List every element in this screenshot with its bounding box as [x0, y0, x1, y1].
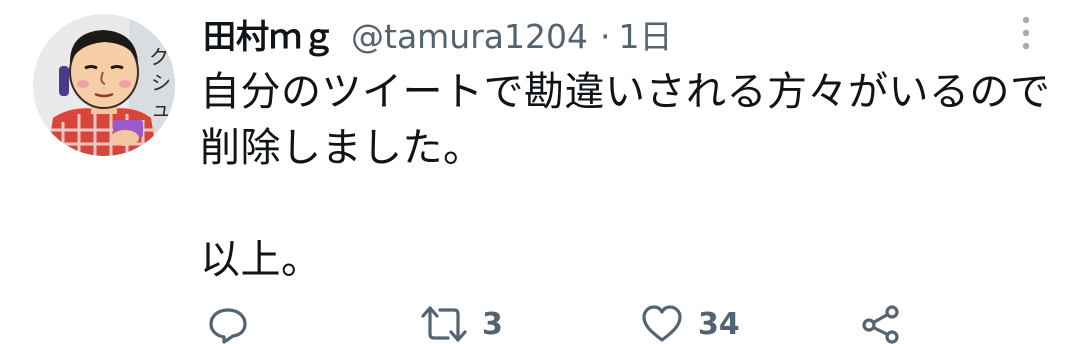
retweet-button[interactable]: 3	[420, 304, 503, 344]
svg-text:ュ: ュ	[151, 97, 171, 121]
tweet-actions: 3 34	[0, 300, 1079, 344]
svg-text:ク: ク	[149, 45, 169, 69]
like-button[interactable]: 34	[640, 304, 740, 344]
retweet-count: 3	[482, 306, 503, 342]
like-count: 34	[698, 306, 740, 342]
reply-icon	[207, 304, 249, 344]
retweet-icon	[420, 304, 468, 344]
share-icon	[860, 304, 902, 344]
more-vertical-icon[interactable]	[1012, 14, 1040, 54]
heart-icon	[640, 304, 684, 344]
header-separator: ·	[600, 17, 611, 56]
display-name[interactable]: 田村ｍｇ	[203, 10, 335, 58]
reply-button[interactable]	[207, 304, 263, 344]
share-button[interactable]	[860, 304, 902, 344]
user-handle[interactable]: @tamura1204	[351, 17, 588, 56]
tweet-header: 田村ｍｇ @tamura1204 · 1日	[203, 10, 673, 60]
avatar[interactable]: ク シ ュ	[33, 14, 175, 156]
svg-text:シ: シ	[151, 71, 171, 95]
tweet-text: 自分のツイートで勘違いされる方々がいるので 削除しました。 以上。	[200, 69, 1051, 283]
avatar-illustration: ク シ ュ	[33, 14, 175, 156]
tweet[interactable]: ク シ ュ 田村ｍｇ @tamura1204 · 1日 自分のツイートで勘違いさ…	[0, 0, 1079, 344]
tweet-timestamp[interactable]: 1日	[619, 10, 673, 58]
